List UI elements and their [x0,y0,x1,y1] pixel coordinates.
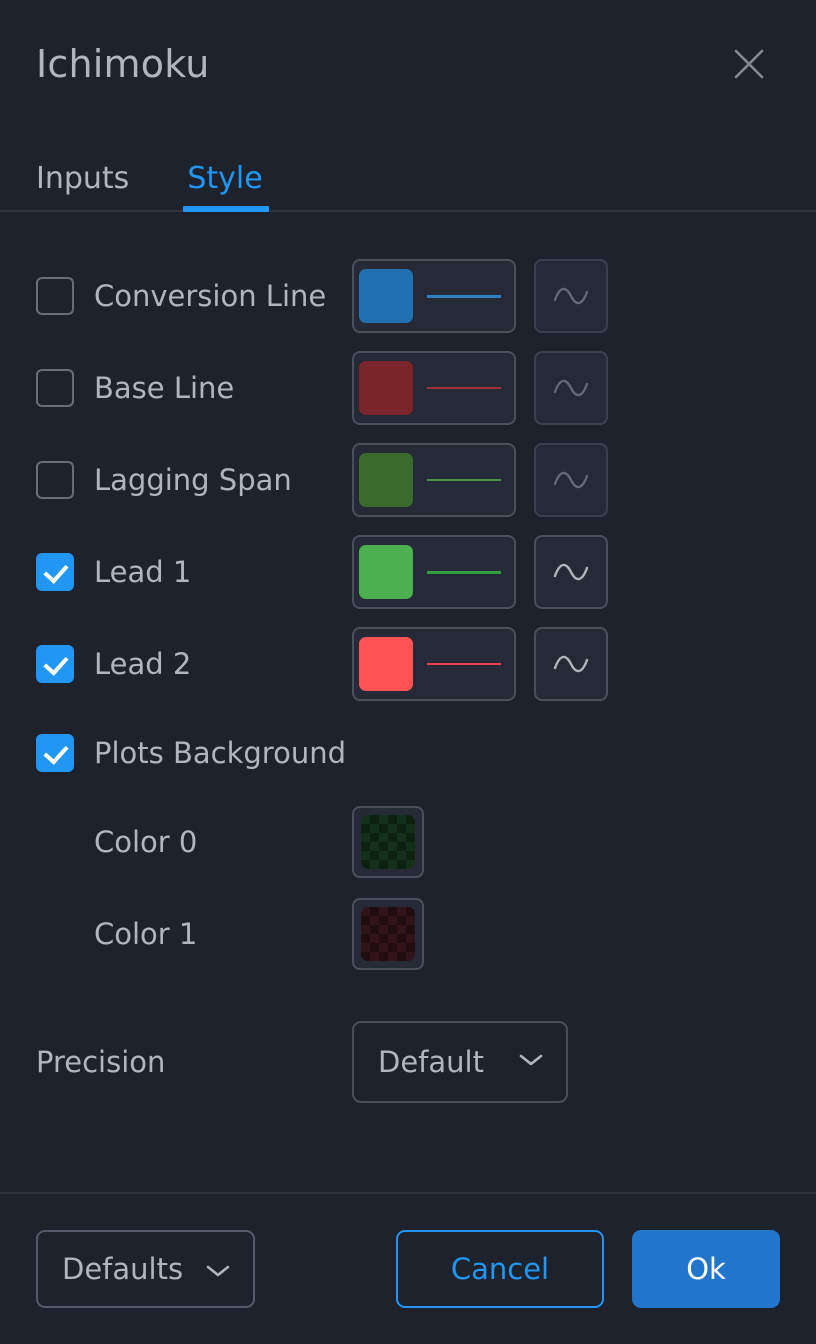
label-lead-1: Lead 1 [94,555,192,589]
precision-select-value: Default [378,1045,484,1079]
chevron-down-icon [205,1252,231,1286]
dialog-header: Ichimoku [0,0,816,128]
label-plots-background: Plots Background [94,736,346,770]
color-line-control-base-line[interactable] [352,351,516,425]
row-left: Color 0 [36,825,352,859]
label-base-line: Base Line [94,371,235,405]
indicator-settings-dialog: Ichimoku Inputs Style Conversion Line Ba… [0,0,816,1344]
dialog-footer: Defaults Cancel Ok [0,1192,816,1344]
style-row-conversion-line: Conversion Line [36,250,780,342]
color-swatch-box-color-0[interactable] [352,806,424,878]
close-icon[interactable] [722,37,776,91]
chevron-down-icon [518,1052,544,1072]
color-line-control-lead-1[interactable] [352,535,516,609]
checkbox-lagging-span[interactable] [36,461,74,499]
style-row-color-0: Color 0 [36,796,780,888]
row-left: Lead 1 [36,553,352,591]
style-row-lead-2: Lead 2 [36,618,780,710]
wave-line-icon-base-line[interactable] [534,351,608,425]
checkbox-lead-2[interactable] [36,645,74,683]
label-lead-2: Lead 2 [94,647,192,681]
style-row-base-line: Base Line [36,342,780,434]
row-left: Precision [36,1045,352,1079]
checkbox-plots-background[interactable] [36,734,74,772]
checkbox-lead-1[interactable] [36,553,74,591]
line-preview [413,479,514,481]
wave-line-icon-lead-2[interactable] [534,627,608,701]
color-swatch-lead-1[interactable] [359,545,413,599]
label-color-1: Color 1 [94,917,198,951]
row-left: Lead 2 [36,645,352,683]
line-preview [413,663,514,665]
label-conversion-line: Conversion Line [94,279,327,313]
style-row-precision: Precision Default [36,1012,780,1112]
page-title: Ichimoku [36,42,210,86]
style-row-color-1: Color 1 [36,888,780,980]
color-swatch-base-line[interactable] [359,361,413,415]
color-line-control-lagging-span[interactable] [352,443,516,517]
tab-style[interactable]: Style [183,164,270,212]
tab-bar: Inputs Style [0,128,816,212]
color-swatch-color-0 [361,815,415,869]
style-settings-panel: Conversion Line Base Line Lagging Span L… [0,212,816,1192]
cancel-button[interactable]: Cancel [396,1230,604,1308]
defaults-button[interactable]: Defaults [36,1230,255,1308]
checkbox-base-line[interactable] [36,369,74,407]
row-left: Conversion Line [36,277,352,315]
row-left: Base Line [36,369,352,407]
ok-button[interactable]: Ok [632,1230,780,1308]
row-left: Lagging Span [36,461,352,499]
checkbox-conversion-line[interactable] [36,277,74,315]
tab-inputs[interactable]: Inputs [36,164,129,210]
color-line-control-lead-2[interactable] [352,627,516,701]
wave-line-icon-lead-1[interactable] [534,535,608,609]
line-preview [413,387,514,389]
color-swatch-box-color-1[interactable] [352,898,424,970]
precision-select[interactable]: Default [352,1021,568,1103]
line-preview [413,570,514,574]
label-color-0: Color 0 [94,825,198,859]
style-row-lead-1: Lead 1 [36,526,780,618]
wave-line-icon-lagging-span[interactable] [534,443,608,517]
wave-line-icon-conversion-line[interactable] [534,259,608,333]
label-lagging-span: Lagging Span [94,463,292,497]
label-precision: Precision [36,1045,166,1079]
color-line-control-conversion-line[interactable] [352,259,516,333]
row-left: Color 1 [36,917,352,951]
line-preview [413,294,514,298]
color-swatch-color-1 [361,907,415,961]
defaults-button-label: Defaults [62,1252,184,1286]
color-swatch-lagging-span[interactable] [359,453,413,507]
style-row-plots-background: Plots Background [36,710,780,796]
color-swatch-lead-2[interactable] [359,637,413,691]
row-left: Plots Background [36,734,352,772]
color-swatch-conversion-line[interactable] [359,269,413,323]
style-row-lagging-span: Lagging Span [36,434,780,526]
